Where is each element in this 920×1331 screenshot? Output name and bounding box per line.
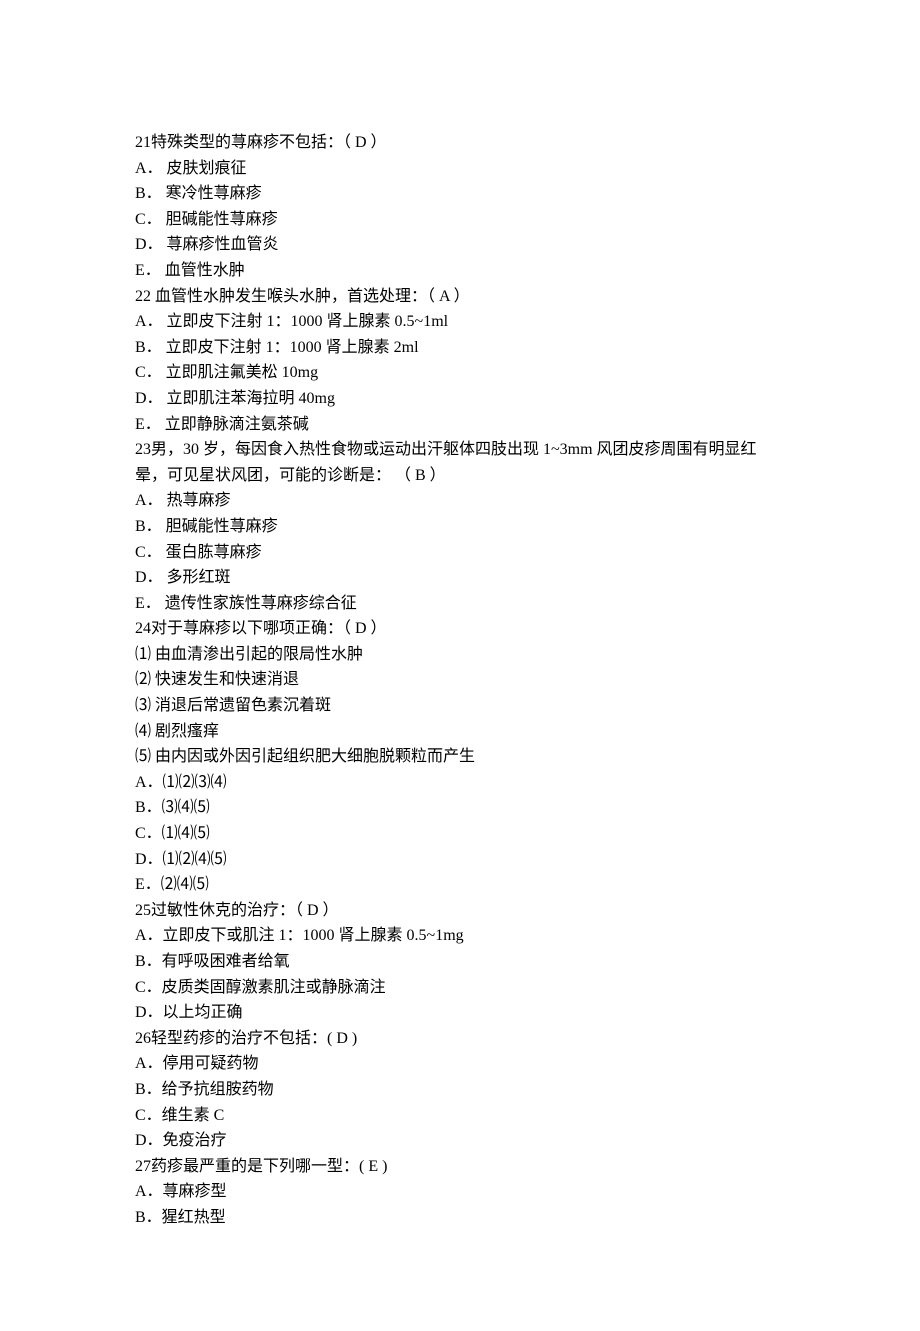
question-block: 27药疹最严重的是下列哪一型：( E ) A．荨麻疹型 B．猩红热型 <box>135 1154 785 1231</box>
question-block: 21特殊类型的荨麻疹不包括：（ D ） A． 皮肤划痕征 B． 寒冷性荨麻疹 C… <box>135 130 785 284</box>
option: D． 立即肌注苯海拉明 40mg <box>135 386 785 412</box>
document-page: 21特殊类型的荨麻疹不包括：（ D ） A． 皮肤划痕征 B． 寒冷性荨麻疹 C… <box>0 0 920 1331</box>
option: A． 热荨麻疹 <box>135 488 785 514</box>
question-stem: 21特殊类型的荨麻疹不包括：（ D ） <box>135 130 785 156</box>
option: A． 皮肤划痕征 <box>135 156 785 182</box>
option: C． 立即肌注氟美松 10mg <box>135 360 785 386</box>
option: C．皮质类固醇激素肌注或静脉滴注 <box>135 975 785 1001</box>
question-block: 26轻型药疹的治疗不包括：( D ) A．停用可疑药物 B．给予抗组胺药物 C．… <box>135 1026 785 1154</box>
option: D．免疫治疗 <box>135 1128 785 1154</box>
option: A．⑴⑵⑶⑷ <box>135 770 785 796</box>
option: B．有呼吸困难者给氧 <box>135 949 785 975</box>
option: D．⑴⑵⑷⑸ <box>135 847 785 873</box>
option: A．停用可疑药物 <box>135 1051 785 1077</box>
question-stem: 24对于荨麻疹以下哪项正确：（ D ） <box>135 616 785 642</box>
option: B． 寒冷性荨麻疹 <box>135 181 785 207</box>
question-stem: 27药疹最严重的是下列哪一型：( E ) <box>135 1154 785 1180</box>
question-stem: 23男，30 岁，每因食入热性食物或运动出汗躯体四肢出现 1~3mm 风团皮疹周… <box>135 437 785 488</box>
option: C． 蛋白胨荨麻疹 <box>135 540 785 566</box>
option: ⑷ 剧烈瘙痒 <box>135 719 785 745</box>
option: B．给予抗组胺药物 <box>135 1077 785 1103</box>
option: C．维生素 C <box>135 1103 785 1129</box>
option: E． 遗传性家族性荨麻疹综合征 <box>135 591 785 617</box>
question-block: 25过敏性休克的治疗：（ D ） A．立即皮下或肌注 1：1000 肾上腺素 0… <box>135 898 785 1026</box>
question-stem: 25过敏性休克的治疗：（ D ） <box>135 898 785 924</box>
question-stem: 26轻型药疹的治疗不包括：( D ) <box>135 1026 785 1052</box>
question-block: 24对于荨麻疹以下哪项正确：（ D ） ⑴ 由血清渗出引起的限局性水肿 ⑵ 快速… <box>135 616 785 898</box>
option: ⑶ 消退后常遗留色素沉着斑 <box>135 693 785 719</box>
question-block: 23男，30 岁，每因食入热性食物或运动出汗躯体四肢出现 1~3mm 风团皮疹周… <box>135 437 785 616</box>
option: B．猩红热型 <box>135 1205 785 1231</box>
option: B． 立即皮下注射 1：1000 肾上腺素 2ml <box>135 335 785 361</box>
option: B．⑶⑷⑸ <box>135 795 785 821</box>
option: D．以上均正确 <box>135 1000 785 1026</box>
option: A． 立即皮下注射 1：1000 肾上腺素 0.5~1ml <box>135 309 785 335</box>
option: E． 血管性水肿 <box>135 258 785 284</box>
question-block: 22 血管性水肿发生喉头水肿，首选处理：（ A ） A． 立即皮下注射 1：10… <box>135 284 785 438</box>
option: ⑵ 快速发生和快速消退 <box>135 667 785 693</box>
option: A．立即皮下或肌注 1：1000 肾上腺素 0.5~1mg <box>135 923 785 949</box>
question-stem: 22 血管性水肿发生喉头水肿，首选处理：（ A ） <box>135 284 785 310</box>
option: C． 胆碱能性荨麻疹 <box>135 207 785 233</box>
option: D． 多形红斑 <box>135 565 785 591</box>
option: ⑴ 由血清渗出引起的限局性水肿 <box>135 642 785 668</box>
option: E．⑵⑷⑸ <box>135 872 785 898</box>
option: C．⑴⑷⑸ <box>135 821 785 847</box>
option: D． 荨麻疹性血管炎 <box>135 232 785 258</box>
option: A．荨麻疹型 <box>135 1179 785 1205</box>
option: E． 立即静脉滴注氨茶碱 <box>135 412 785 438</box>
option: B． 胆碱能性荨麻疹 <box>135 514 785 540</box>
option: ⑸ 由内因或外因引起组织肥大细胞脱颗粒而产生 <box>135 744 785 770</box>
